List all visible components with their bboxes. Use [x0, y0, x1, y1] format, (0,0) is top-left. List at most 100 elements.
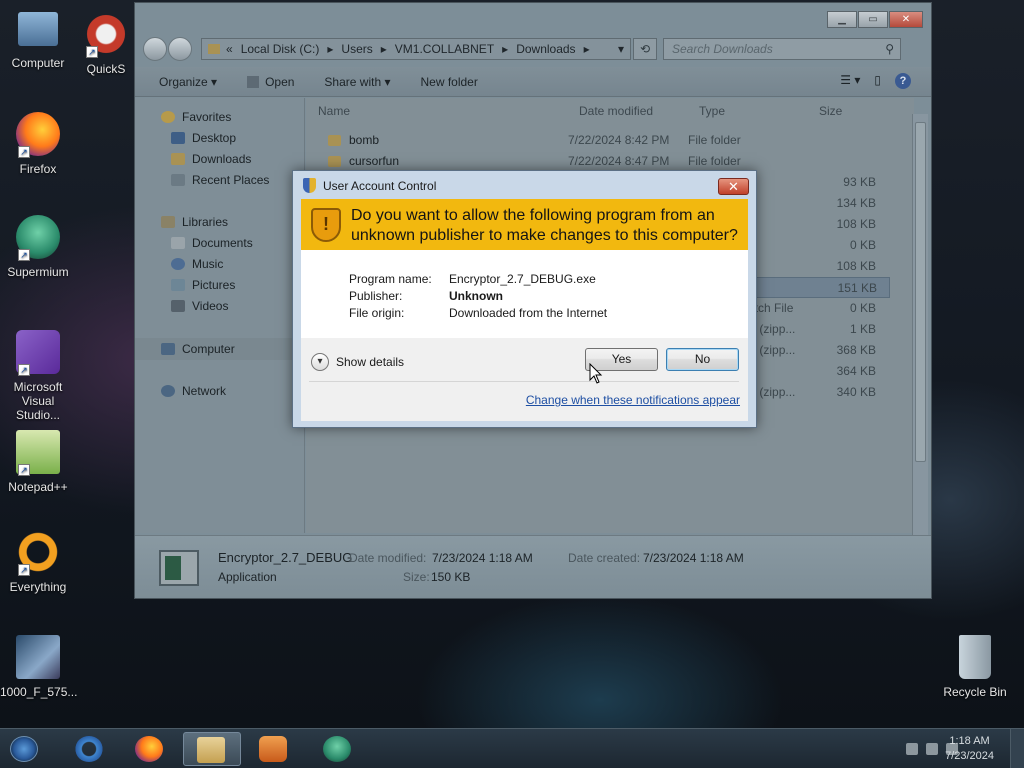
action-center-flag-icon[interactable]	[906, 743, 918, 755]
chevron-down-icon[interactable]: ▾	[311, 353, 329, 371]
desktop-icon-supermium[interactable]: ↗ Supermium	[0, 215, 76, 279]
uac-close-button[interactable]: ✕	[718, 178, 749, 195]
file-list-scrollbar[interactable]	[912, 114, 928, 538]
search-input[interactable]: Search Downloads ⚲	[663, 38, 901, 60]
address-bar[interactable]: « Local Disk (C:) ▸ Users ▸ VM1.COLLABNE…	[201, 38, 631, 60]
file-size: 93 KB	[843, 175, 876, 189]
uac-warning-banner: ! Do you want to allow the following pro…	[301, 199, 748, 250]
column-header-date-modified[interactable]: Date modified	[579, 104, 653, 118]
column-header-type[interactable]: Type	[699, 104, 725, 118]
nav-label: Music	[192, 257, 224, 271]
desktop-icon-image-file[interactable]: 1000_F_575...	[0, 635, 77, 699]
videos-icon	[171, 300, 185, 312]
notification-settings-link[interactable]: Change when these notifications appear	[526, 393, 740, 407]
breadcrumb-separator[interactable]: ▸	[327, 42, 333, 56]
file-size: 364 KB	[836, 364, 876, 378]
view-options-icon[interactable]: ☰ ▾	[840, 73, 860, 89]
refresh-button[interactable]: ⟲	[633, 38, 657, 60]
preview-pane-icon[interactable]: ▯	[874, 73, 881, 89]
close-button[interactable]: ✕	[889, 11, 923, 28]
breadcrumb-separator[interactable]: ▸	[584, 42, 590, 56]
forward-button[interactable]	[168, 37, 192, 61]
open-icon	[247, 75, 260, 88]
file-row[interactable]: bomb 7/22/2024 8:42 PM File folder	[318, 130, 890, 151]
show-details-toggle[interactable]: Show details	[336, 355, 404, 369]
desktop-icon-recycle-bin[interactable]: Recycle Bin	[937, 635, 1013, 699]
nav-documents[interactable]: Documents	[171, 234, 253, 252]
file-name-cell: cursorfun	[328, 154, 399, 168]
nav-computer[interactable]: Computer	[161, 340, 235, 358]
desktop-folder-icon	[171, 132, 185, 144]
nav-label: Desktop	[192, 131, 237, 145]
column-header-size[interactable]: Size	[819, 104, 842, 118]
nav-libraries[interactable]: Libraries	[161, 213, 228, 231]
nav-favorites[interactable]: Favorites	[161, 108, 231, 126]
nav-network[interactable]: Network	[161, 382, 226, 400]
desktop-icon-quicks[interactable]: ↗ QuickS	[76, 12, 136, 76]
nav-recent-places[interactable]: Recent Places	[171, 171, 269, 189]
breadcrumb-separator[interactable]: ▸	[381, 42, 387, 56]
nav-music[interactable]: Music	[171, 255, 223, 273]
desktop-icon-label: Recycle Bin	[943, 685, 1007, 699]
details-date-created: 7/23/2024 1:18 AM	[643, 551, 744, 565]
desktop-icon-firefox[interactable]: ↗ Firefox	[0, 112, 76, 176]
network-status-icon[interactable]	[926, 743, 938, 755]
taskbar-internet-explorer[interactable]	[62, 732, 116, 766]
publisher-label: Publisher:	[349, 289, 403, 303]
taskbar-explorer[interactable]	[183, 732, 241, 766]
taskbar-media-player[interactable]	[246, 732, 300, 766]
address-dropdown-icon[interactable]: ▾	[618, 42, 624, 56]
nav-label: Recent Places	[192, 173, 270, 187]
clock[interactable]: 1:18 AM 7/23/2024	[945, 734, 994, 764]
breadcrumb-downloads[interactable]: Downloads	[516, 42, 575, 56]
clock-time: 1:18 AM	[949, 735, 990, 747]
nav-videos[interactable]: Videos	[171, 297, 228, 315]
open-label: Open	[265, 74, 295, 89]
recycle-bin-icon	[959, 635, 991, 679]
file-type: File folder	[688, 133, 741, 147]
desktop-icon-everything[interactable]: ↗ Everything	[0, 530, 76, 594]
breadcrumb-overflow[interactable]: «	[226, 42, 233, 56]
taskbar-supermium[interactable]	[310, 732, 364, 766]
breadcrumb-user-folder[interactable]: VM1.COLLABNET	[395, 42, 494, 56]
desktop-icon-visual-studio[interactable]: ↗ Microsoft Visual Studio...	[0, 330, 76, 422]
column-header-name[interactable]: Name	[318, 104, 350, 118]
file-size: 340 KB	[836, 385, 876, 399]
breadcrumb-users[interactable]: Users	[341, 42, 372, 56]
scrollbar-thumb[interactable]	[915, 122, 926, 462]
breadcrumb-separator[interactable]: ▸	[502, 42, 508, 56]
no-button[interactable]: No	[666, 348, 739, 371]
file-size: 134 KB	[836, 196, 876, 210]
desktop-icon-computer[interactable]: Computer	[0, 12, 76, 70]
file-size: 368 KB	[836, 343, 876, 357]
uac-titlebar[interactable]: User Account Control ✕	[293, 171, 756, 198]
details-size-label: Size:	[403, 570, 430, 584]
refresh-icon: ⟲	[639, 42, 651, 56]
minimize-button[interactable]: ▁	[827, 11, 857, 28]
file-type: File folder	[688, 154, 741, 168]
breadcrumb-local-disk[interactable]: Local Disk (C:)	[241, 42, 320, 56]
open-button[interactable]: Open	[247, 75, 294, 89]
start-button[interactable]	[0, 732, 52, 766]
show-desktop-button[interactable]	[1010, 729, 1024, 768]
help-icon[interactable]: ?	[895, 73, 911, 89]
libraries-icon	[161, 216, 175, 228]
command-bar: Organize ▾ Open Share with ▾ New folder …	[135, 67, 931, 97]
file-size: 0 KB	[849, 238, 876, 252]
maximize-button[interactable]: ▭	[858, 11, 888, 28]
nav-desktop[interactable]: Desktop	[171, 129, 236, 147]
file-size: 151 KB	[837, 281, 877, 295]
taskbar-firefox[interactable]	[122, 732, 176, 766]
supermium-icon	[323, 736, 351, 762]
organize-button[interactable]: Organize ▾	[159, 75, 217, 89]
taskbar: 1:18 AM 7/23/2024	[0, 728, 1024, 768]
nav-pictures[interactable]: Pictures	[171, 276, 235, 294]
desktop-icon-notepadpp[interactable]: ↗ Notepad++	[0, 430, 76, 494]
new-folder-button[interactable]: New folder	[420, 75, 477, 89]
nav-downloads[interactable]: Downloads	[171, 150, 251, 168]
file-row[interactable]: cursorfun 7/22/2024 8:47 PM File folder	[318, 151, 890, 172]
share-with-button[interactable]: Share with ▾	[324, 75, 390, 89]
explorer-titlebar[interactable]: ▁ ▭ ✕	[135, 3, 931, 33]
back-button[interactable]	[143, 37, 167, 61]
nav-label: Libraries	[182, 215, 229, 229]
